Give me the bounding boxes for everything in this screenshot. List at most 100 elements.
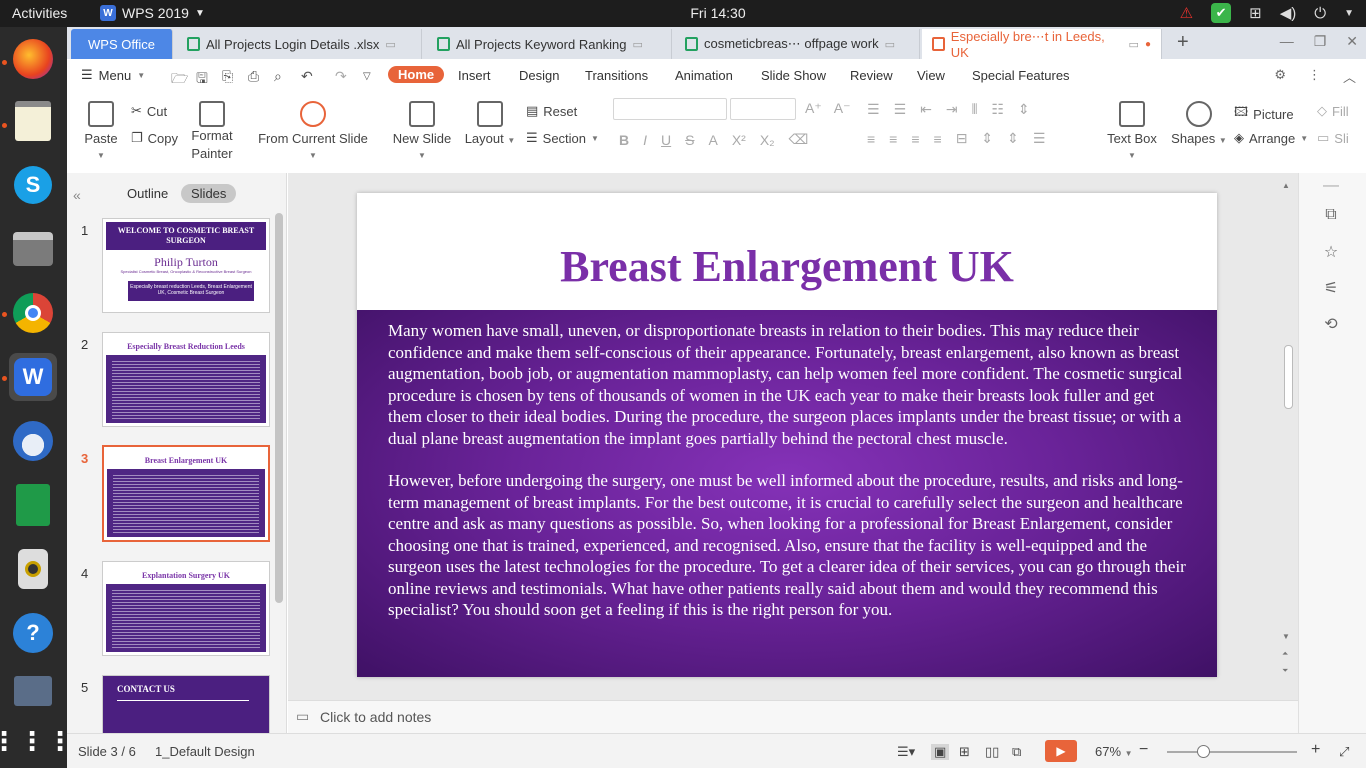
slide-thumbnail-4[interactable]: Explantation Surgery UK <box>102 561 270 656</box>
align-text-icon[interactable]: ☷ <box>991 101 1004 118</box>
line-spacing-icon[interactable]: ⇕ <box>1018 101 1030 118</box>
paragraph-spacing-icon[interactable]: ⇕ <box>1007 130 1019 147</box>
print-preview-icon[interactable]: ⌕ <box>274 68 282 85</box>
tab-transitions[interactable]: Transitions <box>585 68 648 83</box>
play-slideshow-button[interactable]: ▶ <box>1045 740 1077 762</box>
wps-office-icon[interactable]: W <box>9 353 57 401</box>
print-icon[interactable]: ⎙ <box>248 68 259 85</box>
presenter-view-icon[interactable]: ⧉ <box>1012 744 1021 760</box>
slide-canvas[interactable]: Breast Enlargement UK Many women have sm… <box>357 193 1217 677</box>
minimize-icon[interactable]: — <box>1280 33 1294 50</box>
tab-home[interactable]: Home <box>388 66 445 83</box>
zoom-in-icon[interactable]: + <box>1311 741 1320 759</box>
slide-design-icon[interactable]: ⧉ <box>1321 206 1341 226</box>
picture-button[interactable]: 🖾 Picture <box>1234 103 1294 125</box>
undo-icon[interactable]: ↶ <box>301 68 313 85</box>
fit-window-icon[interactable]: ⤢ <box>1339 744 1349 760</box>
thunderbird-icon[interactable] <box>9 417 57 465</box>
reset-button[interactable]: ▤ Reset <box>526 103 577 119</box>
normal-view-icon[interactable]: ▣ <box>931 744 950 760</box>
new-slide-button[interactable]: New Slide ▼ <box>387 101 457 161</box>
align-left-icon[interactable]: ≡ <box>867 131 875 147</box>
files-icon[interactable] <box>9 225 57 273</box>
tab-slide-show[interactable]: Slide Show <box>761 68 826 83</box>
zoom-slider-handle[interactable] <box>1196 745 1210 758</box>
outdent-icon[interactable]: ⇤ <box>920 101 932 118</box>
align-center-icon[interactable]: ≡ <box>889 131 897 147</box>
close-icon[interactable]: ✕ <box>1346 33 1358 50</box>
panel-scrollbar[interactable] <box>275 213 283 603</box>
paste-button[interactable]: Paste ▼ <box>79 101 123 161</box>
tab-outline[interactable]: Outline <box>117 184 178 203</box>
bold-icon[interactable]: B <box>619 132 629 148</box>
increase-font-icon[interactable]: A⁺ <box>805 100 822 117</box>
main-menu-button[interactable]: ☰ Menu ▼ <box>81 67 145 83</box>
reading-view-icon[interactable]: ▯▯ <box>985 744 999 760</box>
strikethrough-icon[interactable]: S <box>685 132 694 148</box>
warning-icon[interactable]: ⚠ <box>1180 4 1193 22</box>
tab-login-details[interactable]: All Projects Login Details .xlsx ▭ <box>177 29 422 59</box>
slide-thumbnail-2[interactable]: Especially Breast Reduction Leeds <box>102 332 270 427</box>
layout-button[interactable]: Layout ▼ <box>464 101 516 146</box>
restore-icon[interactable]: ❐ <box>1314 33 1327 50</box>
numbering-icon[interactable]: ☰ <box>894 101 907 118</box>
slide-tool-button[interactable]: ▭ Sli <box>1317 130 1349 146</box>
show-apps-icon[interactable]: ⋮⋮⋮ <box>0 717 73 765</box>
copy-button[interactable]: ❐ Copy <box>131 130 178 146</box>
font-size-select[interactable] <box>730 98 796 120</box>
chrome-icon[interactable] <box>9 289 57 337</box>
tab-especially-breast[interactable]: Especially bre⋯t in Leeds, UK ▭ ● <box>922 29 1162 60</box>
speaker-icon[interactable] <box>9 545 57 593</box>
collapse-ribbon-icon[interactable]: ︿ <box>1343 67 1356 86</box>
section-button[interactable]: ☰ Section ▼ <box>526 130 599 146</box>
italic-icon[interactable]: I <box>643 132 647 148</box>
screenshot-icon[interactable] <box>9 667 57 715</box>
notes-toggle-icon[interactable]: ☰▾ <box>897 744 915 760</box>
font-family-select[interactable] <box>613 98 727 120</box>
system-tray[interactable]: ⚠ ✔ ⊞ ◀) ⏻ ▼ <box>1180 3 1354 23</box>
customize-icon[interactable]: ▽ <box>363 71 371 82</box>
editor-scrollbar[interactable] <box>1284 345 1293 409</box>
export-icon[interactable]: ⎘ <box>222 68 233 85</box>
previous-slide-icon[interactable]: ⏶ <box>1282 649 1288 659</box>
columns-icon[interactable]: ☰ <box>1033 130 1046 147</box>
tab-animation[interactable]: Animation <box>675 68 733 83</box>
fill-button[interactable]: ◇ Fill <box>1317 103 1349 119</box>
design-name[interactable]: 1_Default Design <box>155 744 255 759</box>
bullets-icon[interactable]: ☰ <box>867 101 880 118</box>
chevron-down-icon[interactable]: ▼ <box>1344 8 1354 19</box>
next-slide-icon[interactable]: ⏷ <box>1282 666 1288 676</box>
zoom-out-icon[interactable]: − <box>1139 741 1148 759</box>
from-current-slide-button[interactable]: From Current Slide ▼ <box>253 101 373 161</box>
settings-icon[interactable]: ⚙ <box>1274 67 1286 86</box>
volume-icon[interactable]: ◀) <box>1280 4 1297 22</box>
decrease-font-icon[interactable]: A⁻ <box>834 100 851 117</box>
subscript-icon[interactable]: X₂ <box>760 132 775 148</box>
notes-placeholder[interactable]: Click to add notes <box>320 709 431 725</box>
eraser-icon[interactable]: ⌫ <box>789 131 809 148</box>
animation-star-icon[interactable]: ☆ <box>1321 242 1341 262</box>
network-icon[interactable]: ⊞ <box>1249 4 1262 22</box>
properties-sliders-icon[interactable]: ⚟ <box>1321 278 1341 298</box>
text-box-button[interactable]: Text Box ▼ <box>1102 101 1162 161</box>
distribute-icon[interactable]: ⊟ <box>956 130 968 147</box>
cut-button[interactable]: ✂ Cut <box>131 103 167 119</box>
clock[interactable]: Fri 14:30 <box>0 5 1366 21</box>
save-icon[interactable]: 🖫 <box>196 68 208 92</box>
shapes-button[interactable]: Shapes ▼ <box>1171 101 1227 146</box>
tab-review[interactable]: Review <box>850 68 893 83</box>
spacing-icon[interactable]: ⇕ <box>981 130 993 147</box>
indent-icon[interactable]: ⇥ <box>946 101 958 118</box>
notes-pane[interactable]: ▭ Click to add notes <box>288 700 1298 733</box>
spreadsheet-icon[interactable] <box>9 481 57 529</box>
tab-wps-office[interactable]: WPS Office <box>71 29 173 59</box>
justify-icon[interactable]: ≡ <box>934 131 942 147</box>
tab-keyword-ranking[interactable]: All Projects Keyword Ranking ▭ <box>427 29 672 59</box>
align-right-icon[interactable]: ≡ <box>911 131 919 147</box>
check-icon[interactable]: ✔ <box>1211 3 1232 23</box>
tab-offpage-work[interactable]: cosmeticbreas⋯ offpage work ▭ <box>675 29 920 59</box>
slide-title[interactable]: Breast Enlargement UK <box>357 241 1217 292</box>
text-direction-icon[interactable]: ⫴ <box>972 101 978 118</box>
power-icon[interactable]: ⏻ <box>1314 5 1326 22</box>
arrange-button[interactable]: ◈ Arrange ▼ <box>1234 130 1308 146</box>
